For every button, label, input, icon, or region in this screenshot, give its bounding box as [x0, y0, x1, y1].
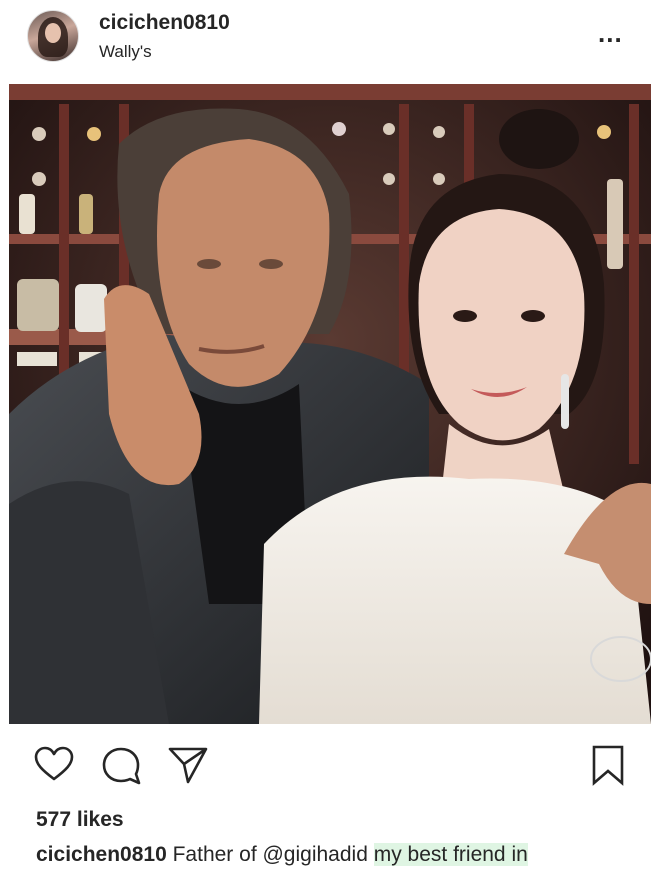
- post-header: cicichen0810 Wally's ...: [0, 0, 657, 80]
- avatar[interactable]: [27, 10, 79, 62]
- share-icon[interactable]: [166, 743, 210, 787]
- caption-highlight: my best friend in: [373, 843, 528, 866]
- post-caption: cicichen0810 Father of @gigihadid my bes…: [36, 843, 656, 873]
- bookmark-icon[interactable]: [586, 743, 630, 787]
- likes-count[interactable]: 577 likes: [36, 808, 124, 832]
- post-location[interactable]: Wally's: [99, 42, 152, 62]
- caption-username[interactable]: cicichen0810: [36, 843, 167, 866]
- post-actions: [0, 735, 657, 795]
- photo-illustration: [9, 84, 651, 724]
- post-username[interactable]: cicichen0810: [99, 11, 230, 35]
- avatar-face: [45, 23, 61, 43]
- caption-text: Father of @gigihadid: [172, 843, 374, 866]
- more-options-icon[interactable]: ...: [598, 20, 623, 46]
- comment-icon[interactable]: [99, 743, 143, 787]
- heart-icon[interactable]: [32, 743, 76, 787]
- post-photo[interactable]: [9, 84, 651, 724]
